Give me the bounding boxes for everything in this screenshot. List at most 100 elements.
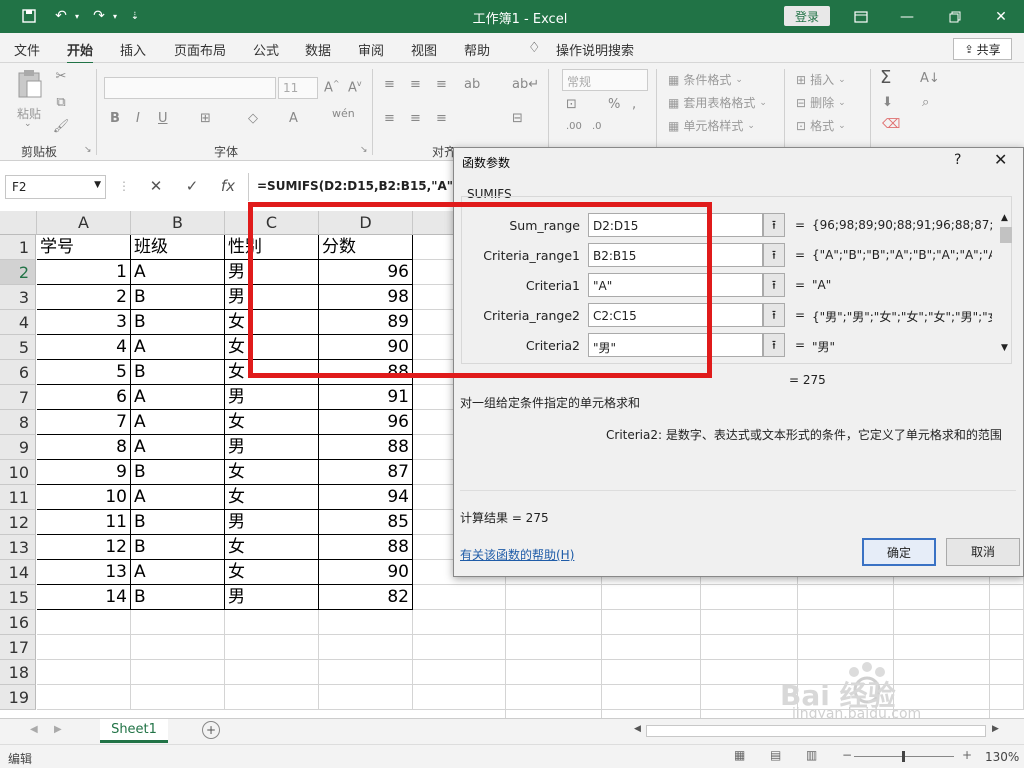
table-cell[interactable]: 11 (37, 510, 131, 535)
font-launcher-icon[interactable]: ↘ (360, 145, 368, 155)
table-cell[interactable]: 男 (225, 585, 319, 610)
table-cell[interactable]: 8 (37, 435, 131, 460)
number-format-box[interactable]: 常规 (562, 69, 648, 91)
align-bottom-icon[interactable]: ≡ (436, 77, 447, 92)
table-format-button[interactable]: ▦ 套用表格格式 ⌄ (668, 94, 767, 111)
page-break-view-icon[interactable]: ▥ (806, 748, 817, 762)
add-sheet-icon[interactable]: + (202, 721, 220, 739)
table-cell[interactable]: 学号 (37, 235, 131, 260)
formula-input[interactable]: =SUMIFS(D2:D15,B2:B15,"A",C2 (257, 179, 475, 193)
row-header[interactable]: 6 (0, 360, 36, 385)
table-cell[interactable]: 女 (225, 335, 319, 360)
table-cell[interactable]: 3 (37, 310, 131, 335)
table-cell[interactable]: 男 (225, 435, 319, 460)
fill-icon[interactable]: ⬇ (882, 95, 893, 110)
table-cell[interactable]: 1 (37, 260, 131, 285)
column-header-a[interactable]: A (37, 211, 131, 235)
collapse-dialog-icon[interactable]: ⭱ (763, 243, 785, 267)
phonetic-icon[interactable]: wén (332, 107, 355, 120)
table-cell[interactable]: 91 (319, 385, 413, 410)
table-cell[interactable]: 分数 (319, 235, 413, 260)
row-header[interactable]: 18 (0, 660, 36, 685)
paste-icon[interactable] (14, 69, 44, 101)
column-header-b[interactable]: B (131, 211, 225, 235)
page-layout-view-icon[interactable]: ▤ (770, 748, 781, 762)
row-header[interactable]: 10 (0, 460, 36, 485)
customize-qat-icon[interactable]: ⇣ (128, 6, 142, 26)
argument-input[interactable]: "男" (588, 333, 763, 357)
table-cell[interactable]: A (131, 335, 225, 360)
row-header[interactable]: 9 (0, 435, 36, 460)
table-cell[interactable]: 90 (319, 560, 413, 585)
row-header[interactable]: 12 (0, 510, 36, 535)
horizontal-scrollbar[interactable] (646, 725, 986, 737)
tab-file[interactable]: 文件 (14, 40, 40, 59)
scroll-left-icon[interactable]: ◀ (634, 724, 641, 734)
table-cell[interactable]: 87 (319, 460, 413, 485)
wrap-text-icon[interactable]: ab↵ (512, 77, 539, 92)
table-cell[interactable] (319, 660, 413, 685)
table-cell[interactable]: 女 (225, 310, 319, 335)
collapse-dialog-icon[interactable]: ⭱ (763, 303, 785, 327)
tab-review[interactable]: 审阅 (358, 40, 384, 59)
row-header[interactable]: 16 (0, 610, 36, 635)
tab-formulas[interactable]: 公式 (253, 40, 279, 59)
table-cell[interactable] (37, 610, 131, 635)
restore-icon[interactable] (932, 0, 978, 33)
table-cell[interactable]: 88 (319, 435, 413, 460)
paste-dropdown-icon[interactable]: ⌄ (24, 119, 32, 129)
font-color-icon[interactable]: A (289, 111, 298, 126)
normal-view-icon[interactable]: ▦ (734, 748, 745, 762)
tell-me-search[interactable]: 操作说明搜索 (556, 40, 634, 59)
font-name-box[interactable] (104, 77, 276, 99)
table-cell[interactable]: B (131, 535, 225, 560)
argument-input[interactable]: B2:B15 (588, 243, 763, 267)
decrease-decimal-icon[interactable]: .0 (592, 121, 602, 132)
table-cell[interactable]: 性别 (225, 235, 319, 260)
table-cell[interactable]: A (131, 410, 225, 435)
table-cell[interactable]: 12 (37, 535, 131, 560)
table-cell[interactable]: 89 (319, 310, 413, 335)
row-header[interactable]: 5 (0, 335, 36, 360)
collapse-dialog-icon[interactable]: ⭱ (763, 273, 785, 297)
tab-help[interactable]: 帮助 (464, 40, 490, 59)
row-header[interactable]: 15 (0, 585, 36, 610)
table-cell[interactable]: B (131, 310, 225, 335)
scroll-thumb[interactable] (1000, 227, 1012, 243)
increase-decimal-icon[interactable]: .00 (566, 121, 582, 132)
clipboard-launcher-icon[interactable]: ↘ (84, 145, 92, 155)
zoom-slider[interactable] (854, 751, 954, 762)
name-box[interactable]: F2 ▼ (5, 175, 106, 199)
border-icon[interactable]: ⊞ (200, 111, 211, 126)
table-cell[interactable] (37, 685, 131, 710)
undo-icon[interactable]: ↶ (50, 6, 72, 26)
row-header[interactable]: 1 (0, 235, 36, 260)
table-cell[interactable]: 男 (225, 260, 319, 285)
zoom-level[interactable]: 130% (985, 750, 1019, 764)
autosum-icon[interactable]: Σ (880, 67, 891, 88)
zoom-in-icon[interactable]: + (962, 748, 972, 762)
table-cell[interactable] (37, 660, 131, 685)
save-icon[interactable] (18, 6, 40, 26)
table-cell[interactable]: 82 (319, 585, 413, 610)
minimize-icon[interactable]: — (884, 0, 930, 33)
help-icon[interactable]: ? (954, 152, 961, 168)
row-header[interactable]: 3 (0, 285, 36, 310)
table-cell[interactable]: A (131, 435, 225, 460)
fill-color-icon[interactable]: ◇ (248, 111, 258, 126)
currency-icon[interactable]: ⊡ (566, 97, 577, 112)
row-header[interactable]: 17 (0, 635, 36, 660)
font-size-box[interactable]: 11 (278, 77, 318, 99)
sort-filter-icon[interactable]: A↓ (920, 71, 940, 86)
table-cell[interactable]: 5 (37, 360, 131, 385)
tab-insert[interactable]: 插入 (120, 40, 146, 59)
table-cell[interactable]: 女 (225, 460, 319, 485)
zoom-thumb[interactable] (902, 751, 905, 762)
format-painter-icon[interactable]: 🖌 (52, 119, 70, 134)
table-cell[interactable]: A (131, 485, 225, 510)
align-top-icon[interactable]: ≡ (384, 77, 395, 92)
row-header[interactable]: 14 (0, 560, 36, 585)
redo-icon[interactable]: ↷ (88, 6, 110, 26)
collapse-dialog-icon[interactable]: ⭱ (763, 213, 785, 237)
prev-sheet-icon[interactable]: ◀ (30, 724, 38, 735)
